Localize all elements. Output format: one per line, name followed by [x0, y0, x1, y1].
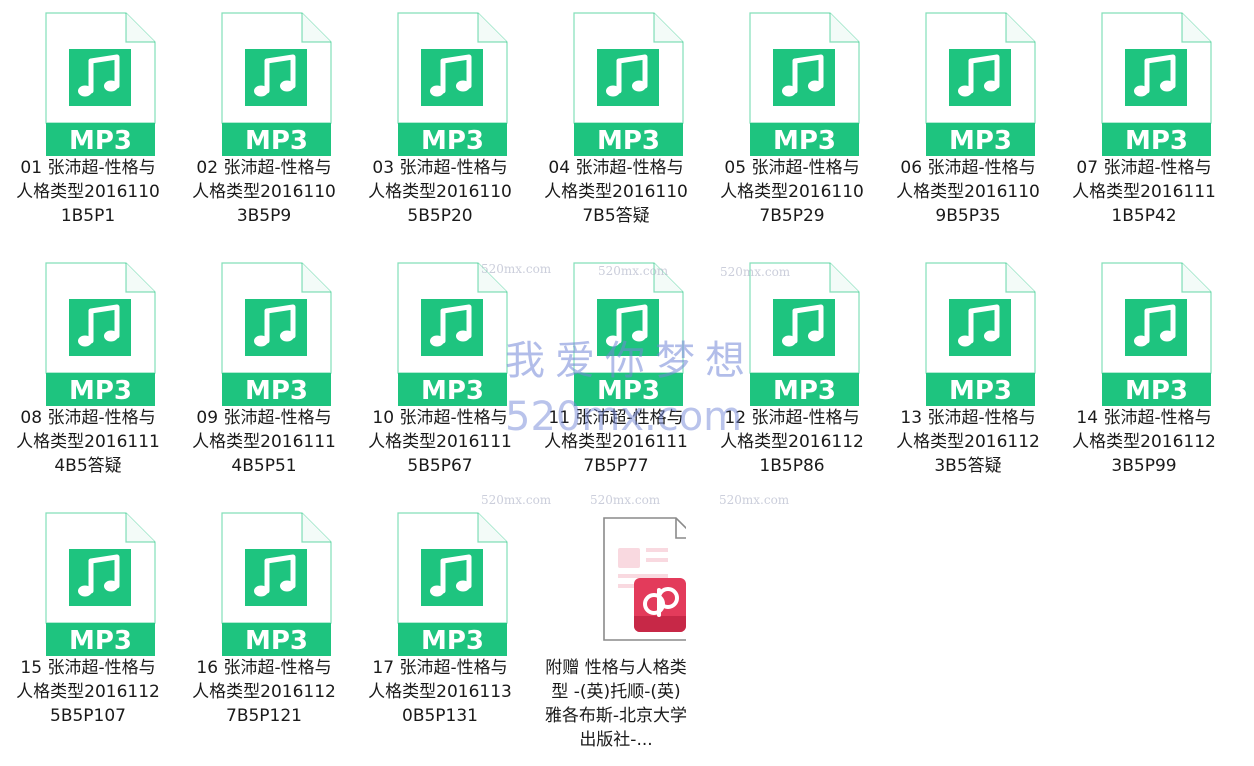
file-item[interactable]: MP3 02 张沛超-性格与人格类型20161103B5P9 — [178, 0, 348, 250]
file-item[interactable]: MP3 15 张沛超-性格与人格类型20161125B5P107 — [2, 500, 172, 750]
mp3-file-icon: MP3 — [218, 512, 334, 656]
file-name: 07 张沛超-性格与人格类型20161111B5P42 — [1072, 158, 1216, 226]
mp3-file-icon: MP3 — [746, 12, 862, 156]
file-name: 16 张沛超-性格与人格类型20161127B5P121 — [192, 658, 336, 726]
file-item[interactable]: MP3 08 张沛超-性格与人格类型20161114B5答疑 — [2, 250, 172, 500]
file-name: 02 张沛超-性格与人格类型20161103B5P9 — [192, 158, 336, 226]
mp3-file-icon: MP3 — [746, 262, 862, 406]
file-name: 05 张沛超-性格与人格类型20161107B5P29 — [720, 158, 864, 226]
file-item[interactable]: MP3 01 张沛超-性格与人格类型20161101B5P1 — [2, 0, 172, 250]
file-name: 13 张沛超-性格与人格类型20161123B5答疑 — [896, 408, 1040, 476]
file-name: 11 张沛超-性格与人格类型20161117B5P77 — [544, 408, 688, 476]
mp3-file-icon: MP3 — [42, 262, 158, 406]
mp3-file-icon: MP3 — [394, 12, 510, 156]
mp3-badge-label: MP3 — [69, 126, 132, 156]
mp3-badge-label: MP3 — [245, 376, 308, 406]
file-item[interactable]: MP3 13 张沛超-性格与人格类型20161123B5答疑 — [882, 250, 1052, 500]
file-name: 09 张沛超-性格与人格类型20161114B5P51 — [192, 408, 336, 476]
file-item[interactable]: MP3 05 张沛超-性格与人格类型20161107B5P29 — [706, 0, 876, 250]
mp3-badge-label: MP3 — [69, 626, 132, 656]
wps-pdf-file-icon — [570, 512, 686, 656]
mp3-badge-label: MP3 — [773, 376, 836, 406]
mp3-badge-label: MP3 — [69, 376, 132, 406]
mp3-file-icon: MP3 — [394, 512, 510, 656]
file-name: 03 张沛超-性格与人格类型20161105B5P20 — [368, 158, 512, 226]
file-name: 15 张沛超-性格与人格类型20161125B5P107 — [16, 658, 160, 726]
file-name: 14 张沛超-性格与人格类型20161123B5P99 — [1072, 408, 1216, 476]
mp3-badge-label: MP3 — [245, 626, 308, 656]
mp3-badge-label: MP3 — [597, 126, 660, 156]
mp3-badge-label: MP3 — [597, 376, 660, 406]
mp3-badge-label: MP3 — [421, 126, 484, 156]
file-name: 01 张沛超-性格与人格类型20161101B5P1 — [16, 158, 160, 226]
file-item[interactable]: MP3 07 张沛超-性格与人格类型20161111B5P42 — [1058, 0, 1228, 250]
mp3-file-icon: MP3 — [394, 262, 510, 406]
file-item[interactable]: MP3 06 张沛超-性格与人格类型20161109B5P35 — [882, 0, 1052, 250]
mp3-badge-label: MP3 — [245, 126, 308, 156]
file-name: 17 张沛超-性格与人格类型20161130B5P131 — [368, 658, 512, 726]
file-item[interactable]: MP3 14 张沛超-性格与人格类型20161123B5P99 — [1058, 250, 1228, 500]
mp3-file-icon: MP3 — [1098, 262, 1214, 406]
file-name: 08 张沛超-性格与人格类型20161114B5答疑 — [16, 408, 160, 476]
mp3-file-icon: MP3 — [922, 12, 1038, 156]
file-name: 06 张沛超-性格与人格类型20161109B5P35 — [896, 158, 1040, 226]
mp3-badge-label: MP3 — [421, 626, 484, 656]
file-item[interactable]: MP3 09 张沛超-性格与人格类型20161114B5P51 — [178, 250, 348, 500]
file-item[interactable]: MP3 04 张沛超-性格与人格类型20161107B5答疑 — [530, 0, 700, 250]
file-name: 04 张沛超-性格与人格类型20161107B5答疑 — [544, 158, 688, 226]
mp3-file-icon: MP3 — [218, 262, 334, 406]
mp3-badge-label: MP3 — [949, 126, 1012, 156]
mp3-file-icon: MP3 — [570, 12, 686, 156]
file-name: 附赠 性格与人格类型 -(英)托顺-(英)雅各布斯-北京大学出版社-... — [544, 658, 688, 750]
file-item[interactable]: 附赠 性格与人格类型 -(英)托顺-(英)雅各布斯-北京大学出版社-... — [530, 500, 700, 750]
mp3-file-icon: MP3 — [570, 262, 686, 406]
mp3-file-icon: MP3 — [42, 12, 158, 156]
file-grid: MP3 01 张沛超-性格与人格类型20161101B5P1 MP3 02 张沛超-性… — [0, 0, 1254, 766]
mp3-file-icon: MP3 — [42, 512, 158, 656]
file-item[interactable]: MP3 12 张沛超-性格与人格类型20161121B5P86 — [706, 250, 876, 500]
file-item[interactable]: MP3 17 张沛超-性格与人格类型20161130B5P131 — [354, 500, 524, 750]
mp3-badge-label: MP3 — [1125, 126, 1188, 156]
mp3-file-icon: MP3 — [1098, 12, 1214, 156]
mp3-badge-label: MP3 — [421, 376, 484, 406]
file-item[interactable]: MP3 03 张沛超-性格与人格类型20161105B5P20 — [354, 0, 524, 250]
mp3-badge-label: MP3 — [773, 126, 836, 156]
file-item[interactable]: MP3 16 张沛超-性格与人格类型20161127B5P121 — [178, 500, 348, 750]
file-name: 12 张沛超-性格与人格类型20161121B5P86 — [720, 408, 864, 476]
file-item[interactable]: MP3 10 张沛超-性格与人格类型20161115B5P67 — [354, 250, 524, 500]
file-name: 10 张沛超-性格与人格类型20161115B5P67 — [368, 408, 512, 476]
file-item[interactable]: MP3 11 张沛超-性格与人格类型20161117B5P77 — [530, 250, 700, 500]
mp3-badge-label: MP3 — [949, 376, 1012, 406]
mp3-badge-label: MP3 — [1125, 376, 1188, 406]
mp3-file-icon: MP3 — [922, 262, 1038, 406]
mp3-file-icon: MP3 — [218, 12, 334, 156]
